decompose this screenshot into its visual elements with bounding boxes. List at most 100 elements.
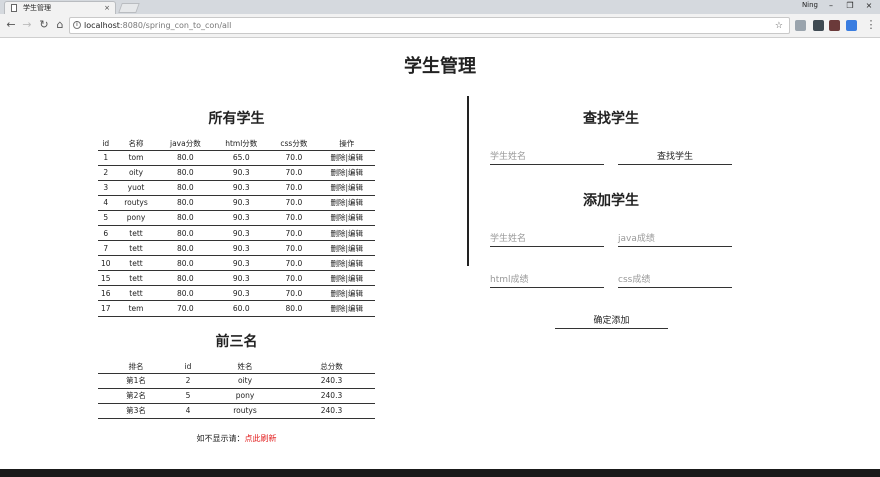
extension-icon[interactable] — [829, 20, 840, 31]
table-cell: 90.3 — [212, 210, 270, 226]
table-cell: 90.3 — [212, 225, 270, 242]
column-header: 姓名 — [202, 361, 288, 374]
browser-toolbar: ← → ↻ ⌂ i localhost:8080/spring_con_to_c… — [0, 14, 880, 38]
search-title: 查找学生 — [583, 111, 639, 127]
forward-icon[interactable]: → — [20, 18, 34, 31]
table-cell: 70.0 — [157, 300, 213, 317]
reload-icon[interactable]: ↻ — [37, 18, 51, 31]
home-icon[interactable]: ⌂ — [53, 18, 67, 31]
table-cell: 70.0 — [269, 225, 318, 242]
table-cell: 10 — [98, 255, 114, 272]
table-cell: tett — [113, 285, 158, 302]
column-header: id — [98, 138, 114, 151]
table-cell: 80.0 — [157, 180, 213, 196]
new-tab-button[interactable] — [118, 3, 140, 13]
table-cell: 80.0 — [157, 195, 213, 211]
table-cell: 80.0 — [157, 150, 213, 166]
maximize-icon[interactable]: ❐ — [841, 0, 859, 12]
table-cell: 3 — [98, 180, 114, 196]
add-java-input[interactable]: java成绩 — [618, 232, 732, 247]
refresh-link[interactable]: 点此刷新 — [245, 434, 277, 443]
table-cell: 90.3 — [212, 255, 270, 272]
url-host: localhost — [84, 21, 120, 30]
table-cell: 15 — [98, 270, 114, 287]
table-cell: routys — [202, 403, 288, 419]
tab-close-icon[interactable]: × — [104, 2, 110, 14]
table-cell: 2 — [98, 165, 114, 181]
add-html-input[interactable]: html成绩 — [490, 273, 604, 288]
table-cell: pony — [202, 388, 288, 404]
extension-icon[interactable] — [846, 20, 857, 31]
row-actions[interactable]: 删除|编辑 — [317, 165, 375, 181]
row-actions[interactable]: 删除|编辑 — [317, 150, 375, 166]
table-cell: tett — [113, 270, 158, 287]
bookmark-star-icon[interactable]: ☆ — [775, 19, 783, 34]
table-row: 16 tett 80.0 90.3 70.0 删除|编辑 — [98, 285, 375, 302]
table-cell: 65.0 — [212, 150, 270, 166]
row-actions[interactable]: 删除|编辑 — [317, 255, 375, 272]
row-actions[interactable]: 删除|编辑 — [317, 195, 375, 211]
add-title: 添加学生 — [583, 193, 639, 209]
table-cell: 90.3 — [212, 270, 270, 287]
column-header: java分数 — [157, 138, 213, 151]
add-css-input[interactable]: css成绩 — [618, 273, 732, 288]
close-window-icon[interactable]: × — [860, 0, 878, 12]
browser-title-bar: 学生管理 × Ning – ❐ × — [0, 0, 880, 14]
browser-tab[interactable]: 学生管理 × — [4, 1, 116, 14]
column-header: id — [174, 361, 202, 374]
row-actions[interactable]: 删除|编辑 — [317, 180, 375, 196]
all-students-title: 所有学生 — [208, 111, 265, 127]
row-actions[interactable]: 删除|编辑 — [317, 285, 375, 302]
table-row: 第2名 5 pony 240.3 — [98, 388, 375, 404]
table-cell: 70.0 — [269, 150, 318, 166]
table-cell: 1 — [98, 150, 114, 166]
table-row: 15 tett 80.0 90.3 70.0 删除|编辑 — [98, 270, 375, 287]
top-three-title: 前三名 — [215, 334, 258, 350]
menu-icon[interactable]: ⋮ — [864, 18, 878, 31]
back-icon[interactable]: ← — [4, 18, 18, 31]
table-cell: 90.3 — [212, 195, 270, 211]
row-actions[interactable]: 删除|编辑 — [317, 210, 375, 226]
tab-title: 学生管理 — [23, 4, 51, 12]
table-row: 第1名 2 oity 240.3 — [98, 373, 375, 389]
refresh-hint: 如不显示请：点此刷新 — [98, 433, 375, 444]
table-cell: oity — [202, 373, 288, 389]
table-row: 2 oity 80.0 90.3 70.0 删除|编辑 — [98, 165, 375, 181]
info-icon[interactable]: i — [73, 21, 81, 29]
table-cell: routys — [113, 195, 158, 211]
row-actions[interactable]: 删除|编辑 — [317, 225, 375, 242]
top-three-table: 排名 id 姓名 总分数 第1名 2 oity 240.3 第2名 5 pony 240.3 第… — [98, 361, 375, 419]
table-cell: 17 — [98, 300, 114, 317]
table-cell: 80.0 — [269, 300, 318, 317]
table-row: 3 yuot 80.0 90.3 70.0 删除|编辑 — [98, 180, 375, 196]
table-cell: 70.0 — [269, 180, 318, 196]
table-cell: 80.0 — [157, 255, 213, 272]
search-button[interactable]: 查找学生 — [618, 150, 732, 165]
students-table: id 名称 java分数 html分数 css分数 操作 1 tom 80.0 65.… — [98, 138, 375, 317]
table-cell: 80.0 — [157, 285, 213, 302]
table-cell: tett — [113, 240, 158, 257]
search-name-input[interactable]: 学生姓名 — [490, 150, 604, 165]
table-row: 7 tett 80.0 90.3 70.0 删除|编辑 — [98, 240, 375, 257]
add-submit-button[interactable]: 确定添加 — [555, 314, 668, 329]
vertical-divider — [467, 96, 469, 266]
address-bar[interactable]: i localhost:8080/spring_con_to_con/all ☆ — [69, 17, 790, 34]
row-actions[interactable]: 删除|编辑 — [317, 270, 375, 287]
table-row: 第3名 4 routys 240.3 — [98, 403, 375, 419]
table-cell: tom — [113, 150, 158, 166]
table-cell: pony — [113, 210, 158, 226]
table-cell: 80.0 — [157, 270, 213, 287]
table-cell: 90.3 — [212, 285, 270, 302]
extension-icon[interactable] — [813, 20, 824, 31]
minimize-icon[interactable]: – — [822, 0, 840, 12]
profile-name[interactable]: Ning — [802, 1, 818, 9]
table-cell: 第1名 — [98, 373, 174, 389]
extension-icon[interactable] — [795, 20, 806, 31]
row-actions[interactable]: 删除|编辑 — [317, 300, 375, 317]
table-cell: 4 — [98, 195, 114, 211]
table-cell: 5 — [98, 210, 114, 226]
table-cell: 2 — [174, 373, 202, 389]
add-name-input[interactable]: 学生姓名 — [490, 232, 604, 247]
row-actions[interactable]: 删除|编辑 — [317, 240, 375, 257]
table-cell: 6 — [98, 225, 114, 242]
